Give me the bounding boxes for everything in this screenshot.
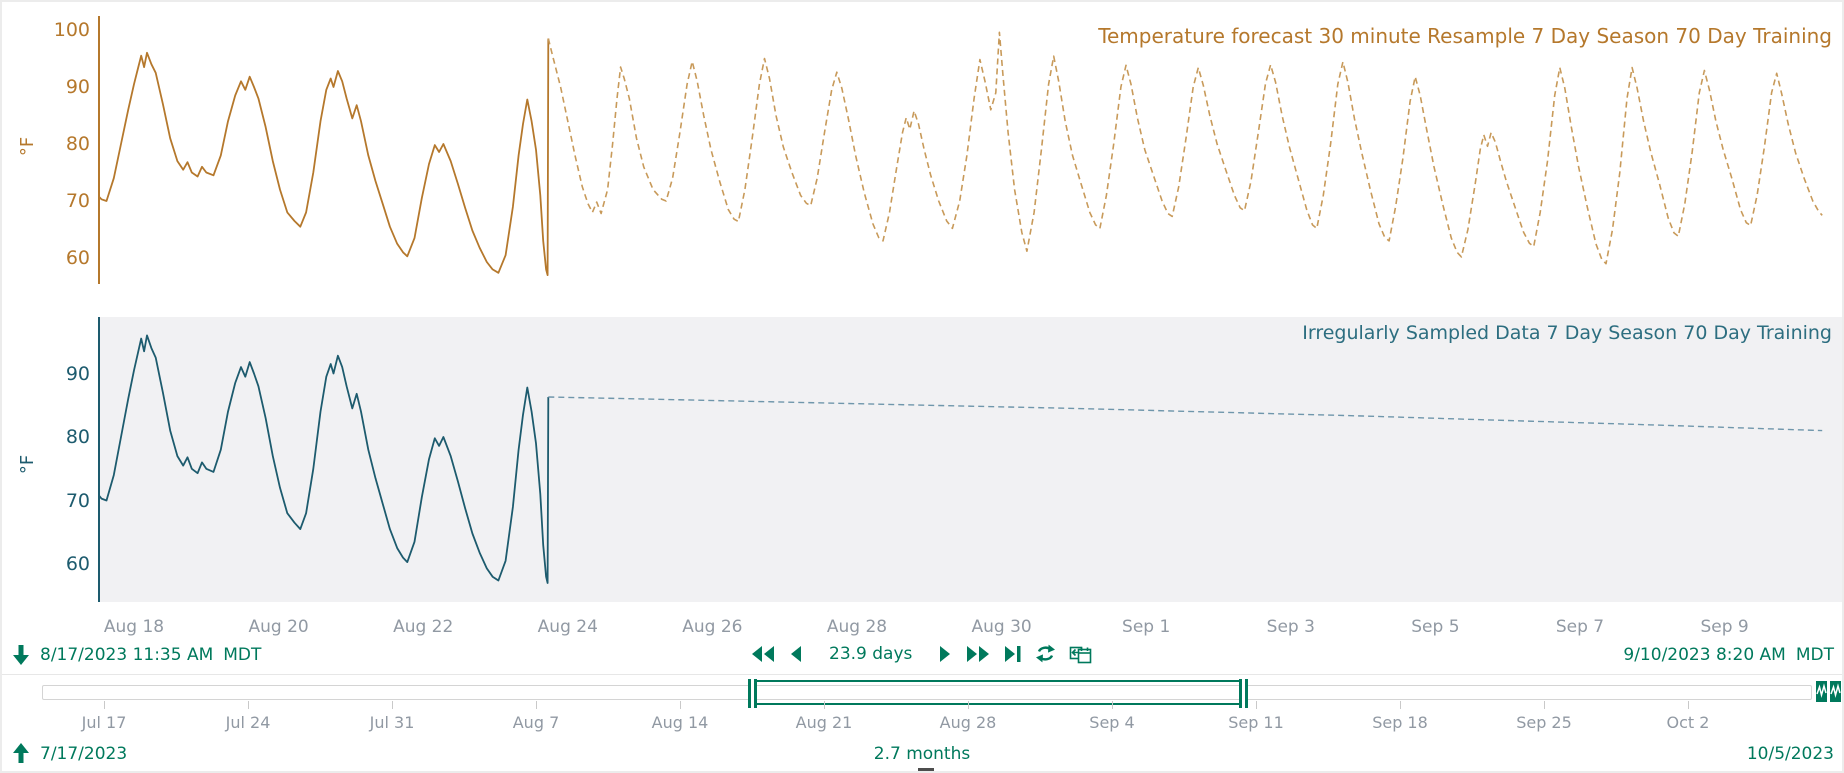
- bottom-y-axis-unit: °F: [17, 455, 38, 474]
- slider-tick-label: Sep 11: [1206, 713, 1306, 732]
- slider-tick: [1688, 701, 1689, 709]
- calendar-copy-button[interactable]: [1069, 643, 1092, 664]
- slider-tick-label: Aug 28: [918, 713, 1018, 732]
- y-tick-label: 100: [24, 19, 90, 41]
- x-tick-label: Aug 22: [368, 617, 478, 637]
- slider-tick: [680, 701, 681, 709]
- bottom-chart-plot[interactable]: [98, 317, 1842, 602]
- window-span-label: 23.9 days: [829, 644, 912, 664]
- x-tick-label: Sep 5: [1380, 617, 1490, 637]
- calendar-copy-icon: [1069, 643, 1092, 664]
- window-end-timestamp: 9/10/2023 8:20 AMMDT: [1623, 645, 1834, 665]
- x-tick-label: Aug 18: [79, 617, 189, 637]
- slider-tick-label: Jul 24: [198, 713, 298, 732]
- slider-tick: [968, 701, 969, 709]
- slider-tick-label: Oct 2: [1638, 713, 1738, 732]
- x-tick-label: Aug 30: [947, 617, 1057, 637]
- x-tick-label: Aug 26: [657, 617, 767, 637]
- refresh-icon: [1035, 644, 1056, 663]
- slider-tick-label: Jul 17: [54, 713, 154, 732]
- play-forward-icon: [939, 645, 952, 663]
- fast-forward-button[interactable]: [965, 645, 991, 663]
- x-tick-label: Sep 1: [1091, 617, 1201, 637]
- slider-tick: [392, 701, 393, 709]
- slider-tick-label: Aug 21: [774, 713, 874, 732]
- bottom-observed-line: [98, 335, 548, 583]
- fast-forward-icon: [965, 645, 991, 663]
- y-tick-label: 80: [24, 426, 90, 448]
- slider-tick: [104, 701, 105, 709]
- y-tick-label: 60: [24, 247, 90, 269]
- slider-tick: [1400, 701, 1401, 709]
- x-tick-label: Sep 9: [1670, 617, 1780, 637]
- y-tick-label: 80: [24, 133, 90, 155]
- bottom-forecast-line: [548, 397, 1822, 431]
- x-tick-label: Sep 3: [1236, 617, 1346, 637]
- slider-tick-label: Sep 25: [1494, 713, 1594, 732]
- y-tick-label: 70: [24, 490, 90, 512]
- slider-right-handle[interactable]: [1239, 679, 1248, 708]
- series-zoom-icon[interactable]: [1816, 681, 1841, 702]
- time-navigation-controls: 23.9 days: [750, 643, 1092, 664]
- slider-tick-label: Jul 31: [342, 713, 442, 732]
- top-chart-plot[interactable]: [98, 12, 1842, 288]
- y-tick-label: 90: [24, 363, 90, 385]
- play-forward-button[interactable]: [939, 645, 952, 663]
- x-tick-label: Aug 24: [513, 617, 623, 637]
- slider-tick: [536, 701, 537, 709]
- x-tick-label: Sep 7: [1525, 617, 1635, 637]
- divider: [2, 674, 1842, 675]
- step-back-icon: [789, 645, 802, 663]
- slider-tick-label: Sep 4: [1062, 713, 1162, 732]
- window-start-timestamp: 8/17/2023 11:35 AMMDT: [40, 645, 261, 665]
- top-observed-line: [98, 39, 548, 276]
- refresh-button[interactable]: [1035, 644, 1056, 663]
- y-tick-label: 60: [24, 553, 90, 575]
- window-start-down-arrow-icon: [12, 644, 30, 666]
- x-tick-label: Aug 28: [802, 617, 912, 637]
- slider-tick: [1112, 701, 1113, 709]
- x-tick-label: Aug 20: [224, 617, 334, 637]
- slider-tick: [248, 701, 249, 709]
- y-tick-label: 90: [24, 76, 90, 98]
- slider-tick-label: Sep 18: [1350, 713, 1450, 732]
- slider-tick: [824, 701, 825, 709]
- step-back-button[interactable]: [789, 645, 802, 663]
- slider-tick-label: Aug 14: [630, 713, 730, 732]
- slider-range-span: 2.7 months: [2, 744, 1842, 764]
- y-tick-label: 70: [24, 190, 90, 212]
- slider-tick: [1544, 701, 1545, 709]
- forecast-app: Temperature forecast 30 minute Resample …: [0, 0, 1844, 773]
- skip-to-start-button[interactable]: [750, 645, 776, 663]
- slider-left-handle[interactable]: [748, 679, 757, 708]
- skip-to-start-icon: [750, 645, 776, 663]
- skip-to-end-icon: [1004, 645, 1022, 663]
- slider-range-end-date: 10/5/2023: [1747, 744, 1834, 764]
- top-forecast-line: [548, 32, 1822, 263]
- slider-tick: [1256, 701, 1257, 709]
- resize-handle[interactable]: [918, 768, 934, 773]
- date-range-slider-selection[interactable]: [752, 680, 1244, 705]
- skip-to-end-button[interactable]: [1004, 645, 1022, 663]
- slider-tick-label: Aug 7: [486, 713, 586, 732]
